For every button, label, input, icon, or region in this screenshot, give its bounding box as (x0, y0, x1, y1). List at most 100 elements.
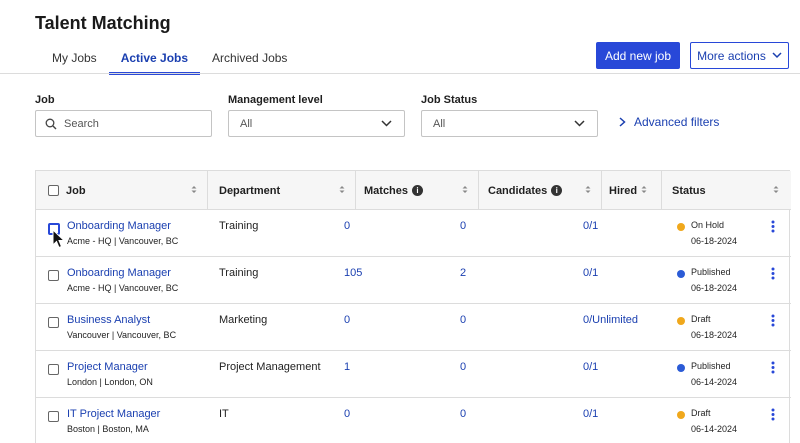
more-options-icon[interactable] (771, 220, 775, 233)
search-input[interactable] (64, 117, 194, 130)
job-title-link[interactable]: Business Analyst (67, 314, 176, 326)
job-location: Vancouver | Vancouver, BC (67, 330, 177, 340)
job-title-link[interactable]: Onboarding Manager (67, 220, 178, 232)
candidates-link[interactable]: 0 (460, 361, 466, 373)
chevron-down-icon (772, 52, 782, 59)
job-title-link[interactable]: IT Project Manager (67, 408, 160, 420)
header-job[interactable]: Job (36, 171, 208, 210)
select-all-checkbox[interactable] (48, 185, 59, 196)
hired-link[interactable]: 0/1 (583, 361, 598, 373)
more-options-icon[interactable] (771, 314, 775, 327)
tab-archived-jobs[interactable]: Archived Jobs (212, 49, 287, 74)
department-cell: IT (219, 408, 229, 420)
department-cell: Marketing (219, 314, 268, 326)
status-dot (677, 270, 685, 278)
table-row[interactable]: Onboarding Manager Acme - HQ | Vancouver… (36, 257, 791, 304)
candidates-link[interactable]: 0 (460, 314, 466, 326)
job-title-link[interactable]: Project Manager (67, 361, 153, 373)
jobs-table: Job Department Matches i Candidates i Hi… (35, 170, 791, 443)
management-level-value: All (240, 117, 253, 130)
table-row[interactable]: Business Analyst Vancouver | Vancouver, … (36, 304, 791, 351)
header-matches[interactable]: Matches i (356, 171, 479, 210)
tab-bar: My Jobs Active Jobs Archived Jobs (36, 49, 311, 75)
hired-link[interactable]: 0/1 (583, 408, 598, 420)
matches-link[interactable]: 0 (344, 314, 350, 326)
page-title: Talent Matching (35, 13, 171, 33)
candidates-link[interactable]: 0 (460, 220, 466, 232)
status-label: Published (691, 267, 731, 277)
table-row[interactable]: Onboarding Manager Acme - HQ | Vancouver… (36, 210, 791, 257)
table-row[interactable]: IT Project Manager Boston | Boston, MA I… (36, 398, 791, 443)
info-icon[interactable]: i (412, 185, 424, 196)
hired-link[interactable]: 0/1 (583, 267, 598, 279)
job-status-select[interactable]: All (421, 110, 598, 137)
tab-my-jobs[interactable]: My Jobs (52, 49, 97, 74)
row-checkbox[interactable] (48, 317, 59, 328)
header-status-label: Status (672, 184, 706, 197)
job-cell: IT Project Manager Boston | Boston, MA (67, 408, 160, 434)
status-label: Published (691, 361, 731, 371)
matches-link[interactable]: 105 (344, 267, 362, 279)
advanced-filters-label: Advanced filters (634, 115, 720, 129)
hired-link[interactable]: 0/Unlimited (583, 314, 638, 326)
info-icon[interactable]: i (551, 185, 563, 196)
sort-icon[interactable] (462, 185, 468, 194)
header-department-label: Department (219, 184, 281, 197)
tab-divider (0, 73, 800, 74)
matches-link[interactable]: 0 (344, 408, 350, 420)
tab-active-jobs[interactable]: Active Jobs (108, 49, 201, 75)
job-location: Boston | Boston, MA (67, 424, 149, 434)
more-options-icon[interactable] (771, 408, 775, 421)
status-cell: Draft 06-14-2024 (677, 408, 737, 434)
sort-icon[interactable] (191, 185, 197, 194)
row-checkbox[interactable] (48, 364, 59, 375)
matches-link[interactable]: 0 (344, 220, 350, 232)
management-level-select[interactable]: All (228, 110, 405, 137)
status-label: Draft (691, 314, 711, 324)
status-date: 06-18-2024 (691, 283, 738, 293)
header-hired[interactable]: Hired (602, 171, 662, 210)
matches-link[interactable]: 1 (344, 361, 350, 373)
status-dot (677, 364, 685, 372)
job-location: London | London, ON (67, 377, 153, 387)
sort-icon[interactable] (585, 185, 591, 194)
header-candidates[interactable]: Candidates i (479, 171, 602, 210)
status-cell: Published 06-14-2024 (677, 361, 737, 387)
status-cell: Published 06-18-2024 (677, 267, 737, 293)
add-new-job-button[interactable]: Add new job (596, 42, 680, 69)
chevron-down-icon (574, 120, 585, 127)
status-date: 06-18-2024 (691, 330, 738, 340)
table-row[interactable]: Project Manager London | London, ON Proj… (36, 351, 791, 398)
status-date: 06-14-2024 (691, 424, 738, 434)
more-options-icon[interactable] (771, 361, 775, 374)
job-location: Acme - HQ | Vancouver, BC (67, 283, 179, 293)
job-filter-label: Job (35, 94, 55, 106)
status-date: 06-18-2024 (691, 236, 738, 246)
job-title-link[interactable]: Onboarding Manager (67, 267, 178, 279)
status-label: Draft (691, 408, 711, 418)
department-cell: Project Management (219, 361, 321, 373)
advanced-filters-link[interactable]: Advanced filters (619, 115, 719, 129)
header-status[interactable]: Status (662, 171, 789, 210)
more-options-icon[interactable] (771, 267, 775, 280)
job-cell: Business Analyst Vancouver | Vancouver, … (67, 314, 176, 340)
more-actions-button[interactable]: More actions (690, 42, 789, 69)
job-cell: Onboarding Manager Acme - HQ | Vancouver… (67, 220, 178, 246)
candidates-link[interactable]: 0 (460, 408, 466, 420)
header-candidates-label: Candidates (488, 184, 548, 197)
status-dot (677, 223, 685, 231)
status-dot (677, 317, 685, 325)
hired-link[interactable]: 0/1 (583, 220, 598, 232)
more-actions-label: More actions (697, 48, 766, 63)
department-cell: Training (219, 267, 259, 279)
candidates-link[interactable]: 2 (460, 267, 466, 279)
sort-icon[interactable] (641, 185, 647, 194)
status-dot (677, 411, 685, 419)
sort-icon[interactable] (339, 185, 345, 194)
sort-icon[interactable] (773, 185, 779, 194)
header-department[interactable]: Department (208, 171, 356, 210)
row-checkbox[interactable] (48, 270, 59, 281)
status-date: 06-14-2024 (691, 377, 738, 387)
search-field[interactable] (35, 110, 212, 137)
row-checkbox[interactable] (48, 411, 59, 422)
